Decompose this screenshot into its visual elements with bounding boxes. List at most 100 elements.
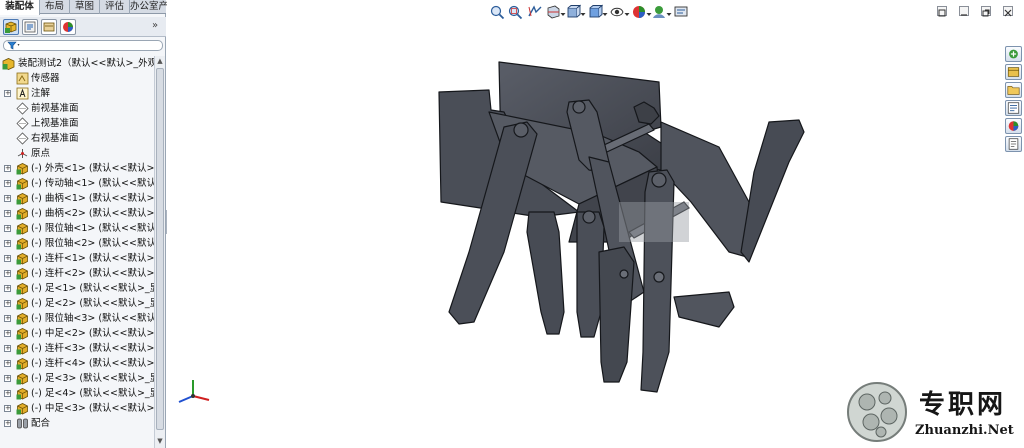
tree-filter-input[interactable] xyxy=(3,40,163,51)
tree-item[interactable]: + (-) 传动轴<1> (默认<<默认>_ xyxy=(0,176,154,191)
more-tabs-button[interactable]: » xyxy=(152,20,158,31)
dropdown-arrow-button[interactable] xyxy=(624,4,630,20)
restore-button[interactable] xyxy=(937,6,947,17)
tree-item[interactable]: + (-) 足<4> (默认<<默认>_显示 xyxy=(0,386,154,401)
propertymanager-tab[interactable] xyxy=(22,19,38,35)
expand-toggle[interactable]: + xyxy=(4,375,11,382)
tree-item-label: (-) 足<4> (默认<<默认>_显示 xyxy=(31,388,154,399)
edit-appearance-button[interactable] xyxy=(631,4,647,20)
propertymanager-icon xyxy=(24,21,36,33)
expand-toggle[interactable]: + xyxy=(4,255,11,262)
tree-item[interactable]: + 配合 xyxy=(0,416,154,431)
zoom-to-area-button[interactable] xyxy=(507,4,523,20)
section-view-button[interactable] xyxy=(545,4,561,20)
tile-button[interactable] xyxy=(981,6,991,17)
apply-scene-button[interactable] xyxy=(651,4,667,20)
expand-toggle[interactable]: + xyxy=(4,240,11,247)
tree-item[interactable]: + (-) 连杆<4> (默认<<默认>_显 xyxy=(0,356,154,371)
solidworks-resources-tab[interactable] xyxy=(1005,46,1022,62)
configurationmanager-tab[interactable] xyxy=(41,19,57,35)
tree-item[interactable]: + (-) 中足<2> (默认<<默认>_显 xyxy=(0,326,154,341)
tree-item-label: (-) 连杆<2> (默认<<默认>_显 xyxy=(31,268,154,279)
custom-properties-icon xyxy=(1008,138,1019,150)
tab-assembly[interactable]: 装配体 xyxy=(0,0,40,15)
chevron-down-icon xyxy=(602,13,608,16)
custom-properties-tab[interactable] xyxy=(1005,136,1022,152)
tree-item[interactable]: + (-) 连杆<2> (默认<<默认>_显 xyxy=(0,266,154,281)
tab-sketch[interactable]: 草图 xyxy=(70,0,100,14)
expand-toggle[interactable]: + xyxy=(4,345,11,352)
view-orientation-button[interactable] xyxy=(565,4,582,20)
tree-item[interactable]: + (-) 足<1> (默认<<默认>_显示 xyxy=(0,281,154,296)
dropdown-arrow-button[interactable] xyxy=(580,4,586,20)
feature-manager-panel: 装配体 布局 草图 评估 办公室产品 » 装配测试2（默认<<默认>_外观 传感… xyxy=(0,0,178,448)
view-palette-tab[interactable] xyxy=(1005,100,1022,116)
hide-show-items-button[interactable] xyxy=(609,4,625,20)
tree-item[interactable]: + (-) 外壳<1> (默认<<默认>_显 xyxy=(0,161,154,176)
tree-item[interactable]: 右视基准面 xyxy=(0,131,154,146)
displaymanager-tab[interactable] xyxy=(60,19,76,35)
tree-item[interactable]: + (-) 足<2> (默认<<默认>_显示 xyxy=(0,296,154,311)
expand-toggle[interactable]: + xyxy=(4,180,11,187)
restore-icon xyxy=(938,9,946,17)
expand-toggle[interactable]: + xyxy=(4,195,11,202)
expand-toggle[interactable]: + xyxy=(4,390,11,397)
tree-item[interactable]: + (-) 限位轴<3> (默认<<默认>_ xyxy=(0,311,154,326)
walking-robot-assembly-model[interactable] xyxy=(429,52,809,402)
tree-item[interactable]: + (-) 曲柄<1> (默认<<默认>_显 xyxy=(0,191,154,206)
file-explorer-tab[interactable] xyxy=(1005,82,1022,98)
minimize-button[interactable] xyxy=(959,6,969,16)
bottom-bracket xyxy=(673,291,735,328)
previous-view-button[interactable] xyxy=(527,4,543,20)
expand-toggle[interactable]: + xyxy=(4,300,11,307)
tree-item[interactable]: + (-) 中足<3> (默认<<默认>_显 xyxy=(0,401,154,416)
part-icon xyxy=(16,207,29,220)
graphics-area[interactable]: 专职网 Zhuanzhi.Net xyxy=(167,0,1024,448)
scroll-thumb[interactable] xyxy=(156,68,164,430)
task-pane-tabs xyxy=(1005,46,1023,156)
zoom-to-fit-button[interactable] xyxy=(489,4,505,20)
tree-item[interactable]: + (-) 曲柄<2> (默认<<默认>_显 xyxy=(0,206,154,221)
expand-toggle[interactable]: + xyxy=(4,315,11,322)
tree-item-label: (-) 限位轴<1> (默认<<默认>_ xyxy=(31,223,154,234)
close-button[interactable] xyxy=(1003,6,1013,17)
expand-toggle[interactable]: + xyxy=(4,210,11,217)
expand-toggle[interactable]: + xyxy=(4,225,11,232)
tree-root-assembly[interactable]: 装配测试2（默认<<默认>_外观 显 xyxy=(0,56,154,71)
scroll-down-icon[interactable]: ▼ xyxy=(156,437,164,446)
appearances-scenes-tab[interactable] xyxy=(1005,118,1022,134)
tree-item[interactable]: 原点 xyxy=(0,146,154,161)
tree-item[interactable]: + (-) 足<3> (默认<<默认>_显示 xyxy=(0,371,154,386)
dropdown-arrow-button[interactable] xyxy=(666,4,672,20)
tab-office-products[interactable]: 办公室产品 xyxy=(130,0,178,14)
part-icon xyxy=(16,162,29,175)
tree-item[interactable]: + (-) 限位轴<1> (默认<<默认>_ xyxy=(0,221,154,236)
expand-toggle[interactable]: + xyxy=(4,330,11,337)
tree-item[interactable]: 上视基准面 xyxy=(0,116,154,131)
tab-layout[interactable]: 布局 xyxy=(40,0,70,14)
watermark-ball-logo xyxy=(847,382,907,442)
dropdown-arrow-button[interactable] xyxy=(602,4,608,20)
tree-item[interactable]: 前视基准面 xyxy=(0,101,154,116)
expand-toggle[interactable]: + xyxy=(4,90,11,97)
part-icon xyxy=(16,282,29,295)
blur-overlay xyxy=(619,202,689,242)
expand-toggle[interactable]: + xyxy=(4,270,11,277)
expand-toggle[interactable]: + xyxy=(4,165,11,172)
tree-item[interactable]: + (-) 限位轴<2> (默认<<默认>_ xyxy=(0,236,154,251)
tab-evaluate[interactable]: 评估 xyxy=(100,0,130,14)
display-style-button[interactable] xyxy=(587,4,604,20)
tree-item[interactable]: + (-) 连杆<1> (默认<<默认>_显 xyxy=(0,251,154,266)
tree-scrollbar[interactable]: ▲ ▼ xyxy=(154,56,165,448)
tree-item[interactable]: + 注解 xyxy=(0,86,154,101)
featuremanager-tab[interactable] xyxy=(3,19,19,35)
tree-item[interactable]: 传感器 xyxy=(0,71,154,86)
expand-toggle[interactable]: + xyxy=(4,405,11,412)
scroll-up-icon[interactable]: ▲ xyxy=(156,57,164,66)
expand-toggle[interactable]: + xyxy=(4,420,11,427)
design-library-tab[interactable] xyxy=(1005,64,1022,80)
expand-toggle[interactable]: + xyxy=(4,285,11,292)
view-settings-button[interactable] xyxy=(673,4,689,20)
tree-item[interactable]: + (-) 连杆<3> (默认<<默认>_显 xyxy=(0,341,154,356)
expand-toggle[interactable]: + xyxy=(4,360,11,367)
